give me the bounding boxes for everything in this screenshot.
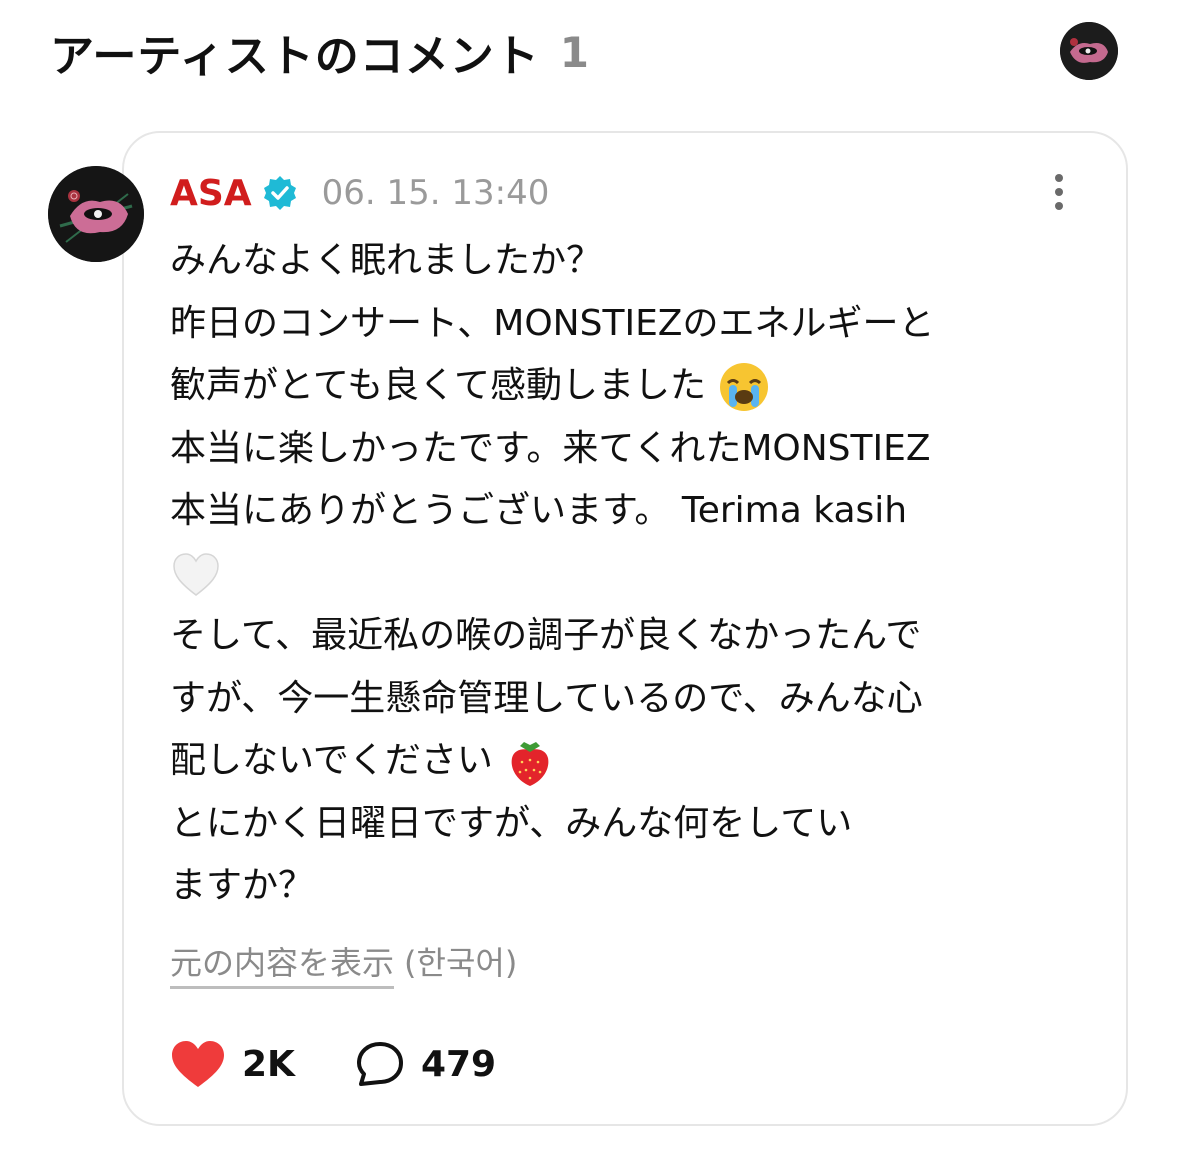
comment-line: とにかく日曜日ですが、みんな何をしてい <box>170 802 853 844</box>
comment-line: ますか？ <box>170 865 315 906</box>
comment-timestamp: 06. 15. 13:40 <box>321 173 550 213</box>
comment-line <box>170 543 1100 606</box>
reply-count: 479 <box>420 1043 497 1085</box>
reply-button[interactable]: 479 <box>355 1040 496 1088</box>
strawberry-emoji-icon <box>512 742 549 786</box>
translation-note: 元の内容を表示 (한국어) <box>170 938 517 989</box>
comment-count-badge: 1 <box>559 27 589 77</box>
comment-line: 本当に楽しかったです。来てくれたMONSTIEZ <box>170 427 931 469</box>
comment-line: 配しないでください <box>170 730 1100 793</box>
speech-bubble-icon <box>356 1042 403 1086</box>
comment-line: すが、今一生懸命管理しているので、みんな心 <box>170 677 923 719</box>
like-button[interactable]: 2K <box>170 1039 295 1089</box>
section-header: アーティストのコメント 1 <box>50 22 589 83</box>
heart-icon <box>172 1041 224 1087</box>
more-options-icon[interactable] <box>1040 170 1078 214</box>
comment-line: 歓声がとても良くて感動しました <box>170 355 1100 418</box>
original-language-label: (한국어) <box>404 944 518 982</box>
comment-actions: 2K 479 <box>170 1034 496 1094</box>
section-title: アーティストのコメント <box>50 31 540 82</box>
comment-body: みんなよく眠れましたか？ 昨日のコンサート、MONSTIEZのエネルギーと 歓声… <box>170 230 1100 918</box>
comment-line: そして、最近私の喉の調子が良くなかったんで <box>170 615 922 656</box>
crying-face-emoji-icon <box>719 363 768 411</box>
show-original-link[interactable]: 元の内容を表示 <box>170 938 395 989</box>
verified-badge-icon <box>263 176 296 210</box>
white-heart-emoji-icon <box>173 552 219 596</box>
comment-line: 昨日のコンサート、MONSTIEZのエネルギーと <box>170 302 935 344</box>
comment-line: 本当にありがとうございます。 Terima kasih <box>170 490 908 531</box>
comment-line: みんなよく眠れましたか？ <box>170 240 603 281</box>
like-count: 2K <box>242 1043 295 1085</box>
author-avatar[interactable] <box>48 166 144 262</box>
comment-meta: ASA 06. 15. 13:40 <box>170 170 549 216</box>
author-name[interactable]: ASA <box>170 173 252 214</box>
artist-avatar-small[interactable] <box>1060 22 1118 80</box>
